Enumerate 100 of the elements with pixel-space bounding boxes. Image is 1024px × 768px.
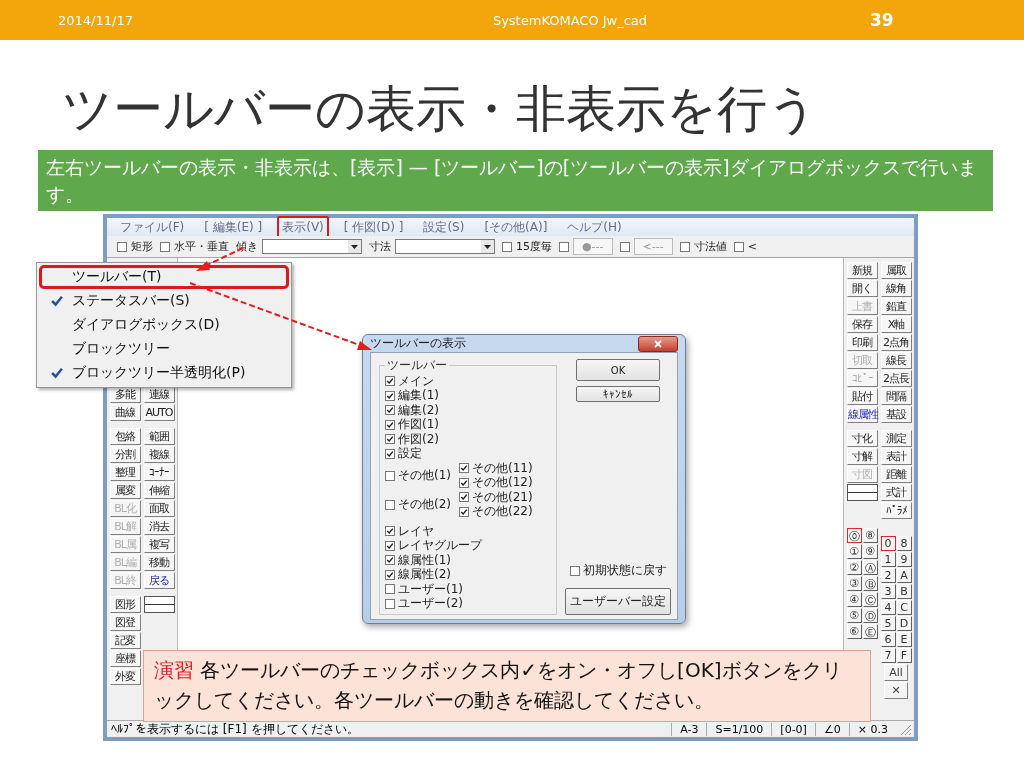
menu-item[interactable]: ツールバー(T): [39, 265, 289, 289]
layer-button[interactable]: 8: [896, 536, 912, 552]
line-swatch[interactable]: [846, 484, 878, 502]
layer-button[interactable]: 2: [880, 568, 896, 584]
layer-button[interactable]: A: [896, 568, 912, 584]
menu-item[interactable]: [ 編集(E) ]: [199, 215, 268, 239]
layer-group-button[interactable]: ⑨: [862, 544, 878, 560]
checkbox[interactable]: [459, 463, 469, 474]
tool-button[interactable]: 分割: [109, 446, 141, 464]
checkbox[interactable]: [619, 241, 630, 252]
layer-group-button[interactable]: ②: [846, 560, 862, 576]
checkbox[interactable]: [385, 434, 395, 445]
checkbox[interactable]: [459, 477, 469, 488]
checkbox[interactable]: [385, 390, 395, 401]
menu-item[interactable]: ファイル(F): [115, 215, 190, 239]
checkbox[interactable]: [160, 241, 170, 252]
tool-button[interactable]: 外変: [109, 668, 141, 686]
layer-button[interactable]: C: [896, 600, 912, 616]
tool-button[interactable]: 2点角: [880, 334, 912, 352]
tool-button[interactable]: 鉛直: [880, 298, 912, 316]
close-icon[interactable]: [654, 339, 662, 348]
layer-button[interactable]: F: [896, 648, 912, 664]
tool-button[interactable]: 面取: [143, 500, 175, 518]
tool-button[interactable]: 寸解: [846, 448, 878, 466]
tool-button[interactable]: 基設: [880, 406, 912, 424]
layer-group-button[interactable]: Ⓔ: [862, 624, 878, 640]
menu-item[interactable]: ブロックツリー: [39, 337, 289, 361]
checkbox[interactable]: [459, 506, 469, 517]
menu-item[interactable]: ヘルプ(H): [562, 215, 627, 239]
tool-button[interactable]: ﾊﾟﾗﾒ: [880, 502, 912, 520]
tool-button[interactable]: 図登: [109, 614, 141, 632]
combo-box[interactable]: [395, 239, 495, 255]
checkbox[interactable]: [385, 499, 395, 510]
tool-button[interactable]: 複線: [143, 446, 175, 464]
checkbox[interactable]: [459, 492, 469, 503]
checkbox[interactable]: [679, 241, 690, 252]
menu-item[interactable]: ブロックツリー半透明化(P): [39, 361, 289, 385]
layer-group-button[interactable]: ④: [846, 592, 862, 608]
layer-button[interactable]: All: [884, 664, 908, 682]
resize-grip-icon[interactable]: [898, 722, 912, 737]
tool-button[interactable]: 表計: [880, 448, 912, 466]
tool-button[interactable]: 図形: [109, 596, 141, 614]
tool-button[interactable]: 線属性: [846, 406, 878, 424]
checkbox[interactable]: [385, 526, 395, 537]
layer-button[interactable]: 7: [880, 648, 896, 664]
checkbox[interactable]: [385, 584, 395, 595]
checkbox[interactable]: [385, 555, 395, 566]
layer-group-button[interactable]: ①: [846, 544, 862, 560]
checkbox[interactable]: [569, 565, 580, 576]
checkbox[interactable]: [117, 241, 127, 252]
layer-button[interactable]: 1: [880, 552, 896, 568]
layer-group-button[interactable]: ⑥: [846, 624, 862, 640]
layer-group-button[interactable]: ⑤: [846, 608, 862, 624]
checkbox[interactable]: [385, 540, 395, 551]
layer-button[interactable]: D: [896, 616, 912, 632]
close-button[interactable]: [638, 335, 678, 352]
tool-button[interactable]: 属変: [109, 482, 141, 500]
layer-button[interactable]: 5: [880, 616, 896, 632]
tool-button[interactable]: ｺｰﾅｰ: [143, 464, 175, 482]
layer-group-button[interactable]: ③: [846, 576, 862, 592]
layer-button[interactable]: 3: [880, 584, 896, 600]
checkbox[interactable]: [385, 470, 395, 481]
layer-button[interactable]: E: [896, 632, 912, 648]
layer-group-button[interactable]: Ⓐ: [862, 560, 878, 576]
tool-button[interactable]: 曲線: [109, 404, 141, 422]
layer-group-button[interactable]: ⑧: [862, 528, 878, 544]
layer-button[interactable]: 0: [880, 536, 896, 552]
tool-button[interactable]: 新規: [846, 262, 878, 280]
tool-button[interactable]: 範囲: [143, 428, 175, 446]
tool-button[interactable]: 消去: [143, 518, 175, 536]
layer-button[interactable]: 4: [880, 600, 896, 616]
tool-button[interactable]: 線長: [880, 352, 912, 370]
tool-button[interactable]: 座標: [109, 650, 141, 668]
tool-button[interactable]: 保存: [846, 316, 878, 334]
layer-button[interactable]: ✕: [884, 682, 908, 700]
tool-button[interactable]: 距離: [880, 466, 912, 484]
tool-button[interactable]: 印刷: [846, 334, 878, 352]
checkbox[interactable]: [385, 376, 395, 387]
tool-button[interactable]: 包絡: [109, 428, 141, 446]
layer-button[interactable]: 9: [896, 552, 912, 568]
checkbox[interactable]: [502, 241, 512, 252]
tool-button[interactable]: 式計: [880, 484, 912, 502]
tool-button[interactable]: 記変: [109, 632, 141, 650]
tool-button[interactable]: X軸: [880, 316, 912, 334]
layer-group-button[interactable]: Ⓒ: [862, 592, 878, 608]
tool-button[interactable]: 整理: [109, 464, 141, 482]
tool-button[interactable]: 属取: [880, 262, 912, 280]
layer-group-button[interactable]: Ⓑ: [862, 576, 878, 592]
checkbox[interactable]: [385, 569, 395, 580]
layer-group-button[interactable]: ⓪: [846, 528, 862, 544]
tool-button[interactable]: AUTO: [143, 404, 175, 422]
tool-button[interactable]: 複写: [143, 536, 175, 554]
menu-item[interactable]: ステータスバー(S): [39, 289, 289, 313]
checkbox[interactable]: [559, 241, 569, 252]
tool-button[interactable]: 間隔: [880, 388, 912, 406]
menu-item[interactable]: [その他(A)]: [479, 215, 553, 239]
checkbox[interactable]: [385, 448, 395, 459]
menu-item[interactable]: 設定(S): [418, 215, 470, 239]
checkbox[interactable]: [385, 405, 395, 416]
checkbox[interactable]: [733, 241, 744, 252]
